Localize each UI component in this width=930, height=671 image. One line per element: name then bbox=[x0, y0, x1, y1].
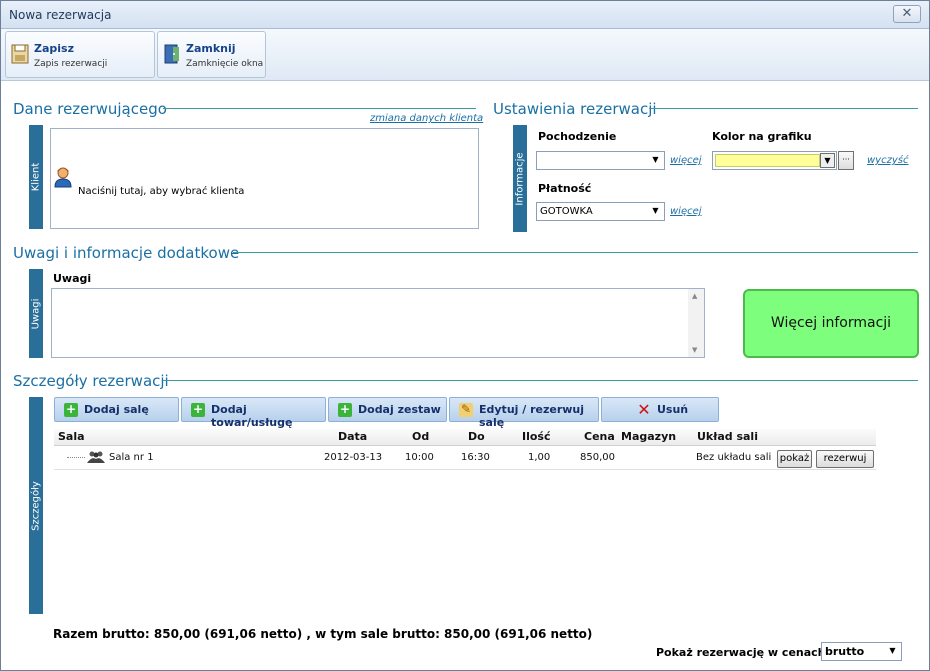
chevron-down-icon: ▼ bbox=[652, 206, 659, 215]
origin-label: Pochodzenie bbox=[538, 130, 617, 143]
total-summary: Razem brutto: 850,00 (691,06 netto) , w … bbox=[53, 627, 593, 641]
col-data: Data bbox=[338, 430, 368, 443]
cell-data: 2012-03-13 bbox=[324, 452, 383, 463]
settings-section-divider bbox=[649, 108, 918, 109]
show-layout-button[interactable]: pokaż bbox=[777, 450, 812, 468]
scroll-down-icon[interactable]: ▼ bbox=[692, 346, 697, 354]
notes-scrollbar[interactable]: ▲ ▼ bbox=[688, 289, 704, 357]
col-magazyn: Magazyn bbox=[621, 430, 677, 443]
notes-textarea[interactable]: ▲ ▼ bbox=[51, 288, 705, 358]
close-sublabel: Zamknięcie okna bbox=[186, 59, 264, 69]
price-mode-select[interactable]: brutto ▼ bbox=[821, 642, 902, 661]
payment-label: Płatność bbox=[538, 182, 592, 195]
col-ilosc: Ilość bbox=[522, 430, 551, 443]
details-tab-label: Szczegóły bbox=[30, 480, 42, 531]
close-button[interactable]: Zamknij Zamknięcie okna bbox=[157, 31, 266, 78]
tree-line bbox=[67, 457, 85, 458]
client-section-divider bbox=[163, 108, 476, 109]
scroll-up-icon[interactable]: ▲ bbox=[692, 292, 697, 300]
more-info-button[interactable]: Więcej informacji bbox=[743, 289, 919, 358]
close-window-button[interactable]: ✕ bbox=[893, 5, 921, 23]
cell-sala: Sala nr 1 bbox=[109, 452, 154, 463]
details-section-divider bbox=[163, 380, 918, 381]
client-prompt: Naciśnij tutaj, aby wybrać klienta bbox=[78, 186, 245, 197]
notes-label: Uwagi bbox=[53, 272, 92, 285]
delete-icon: ✕ bbox=[637, 400, 651, 419]
color-swatch bbox=[715, 154, 820, 167]
plus-icon: + bbox=[338, 402, 352, 417]
reservation-window: Nowa rezerwacja ✕ Zapisz Zapis rezerwacj… bbox=[0, 0, 930, 671]
delete-label: Usuń bbox=[657, 403, 689, 416]
edit-icon: ✎ bbox=[459, 402, 473, 417]
color-picker-button[interactable]: ··· bbox=[838, 151, 854, 170]
clear-color-link[interactable]: wyczyść bbox=[867, 155, 908, 166]
cell-uklad: Bez układu sali bbox=[696, 452, 772, 463]
reserve-button[interactable]: rezerwuj bbox=[816, 450, 874, 468]
price-mode-value: brutto bbox=[825, 645, 865, 658]
color-label: Kolor na grafiku bbox=[712, 130, 812, 143]
change-client-link[interactable]: zmiana danych klienta bbox=[370, 113, 483, 124]
save-label: Zapisz bbox=[34, 42, 74, 55]
client-tab: Klient bbox=[29, 125, 43, 229]
save-button[interactable]: Zapisz Zapis rezerwacji bbox=[5, 31, 155, 78]
notes-section-title: Uwagi i informacje dodatkowe bbox=[13, 244, 240, 262]
client-picker[interactable]: Naciśnij tutaj, aby wybrać klienta bbox=[50, 128, 479, 229]
add-item-label: Dodaj towar/usługę bbox=[211, 403, 293, 429]
close-label: Zamknij bbox=[186, 42, 236, 55]
payment-value: GOTOWKA bbox=[540, 206, 593, 217]
plus-icon: + bbox=[64, 402, 78, 417]
col-od: Od bbox=[412, 430, 430, 443]
plus-icon: + bbox=[191, 402, 205, 417]
chevron-down-icon: ▼ bbox=[889, 646, 896, 655]
door-exit-icon bbox=[164, 44, 179, 64]
notes-section-divider bbox=[233, 252, 918, 253]
info-tab-label: Informacje bbox=[514, 151, 526, 206]
chevron-down-icon: ▼ bbox=[820, 153, 835, 168]
title-bar: Nowa rezerwacja ✕ bbox=[1, 1, 929, 29]
save-sublabel: Zapis rezerwacji bbox=[34, 59, 108, 69]
origin-select[interactable]: ▼ bbox=[536, 151, 665, 170]
add-hall-button[interactable]: + Dodaj salę bbox=[54, 397, 179, 422]
col-do: Do bbox=[468, 430, 485, 443]
chevron-down-icon: ▼ bbox=[652, 155, 659, 164]
details-tab: Szczegóły bbox=[29, 397, 43, 614]
window-title: Nowa rezerwacja bbox=[9, 8, 112, 22]
edit-reserve-button[interactable]: ✎ Edytuj / rezerwuj salę bbox=[449, 397, 599, 429]
add-set-label: Dodaj zestaw bbox=[358, 403, 441, 416]
payment-more-link[interactable]: więcej bbox=[670, 206, 702, 217]
payment-select[interactable]: GOTOWKA ▼ bbox=[536, 202, 665, 221]
people-icon bbox=[87, 451, 105, 463]
add-set-button[interactable]: + Dodaj zestaw bbox=[328, 397, 447, 422]
add-item-button[interactable]: + Dodaj towar/usługę bbox=[181, 397, 326, 429]
toolbar: Zapisz Zapis rezerwacji Zamknij Zamknięc… bbox=[1, 29, 929, 81]
details-section-title: Szczegóły rezerwacji bbox=[13, 372, 169, 390]
cell-od: 10:00 bbox=[405, 452, 434, 463]
notes-tab-label: Uwagi bbox=[30, 298, 42, 329]
col-sala: Sala bbox=[58, 430, 85, 443]
cell-cena: 850,00 bbox=[580, 452, 615, 463]
col-uklad: Układ sali bbox=[697, 430, 758, 443]
edit-reserve-label: Edytuj / rezerwuj salę bbox=[479, 403, 585, 429]
info-tab: Informacje bbox=[513, 125, 527, 232]
add-hall-label: Dodaj salę bbox=[84, 403, 149, 416]
delete-button[interactable]: ✕ Usuń bbox=[601, 397, 719, 422]
col-cena: Cena bbox=[584, 430, 615, 443]
client-tab-label: Klient bbox=[30, 162, 42, 192]
notes-tab: Uwagi bbox=[29, 269, 43, 358]
cell-do: 16:30 bbox=[461, 452, 490, 463]
color-select[interactable]: ▼ bbox=[712, 151, 837, 170]
price-mode-label: Pokaż rezerwację w cenach bbox=[656, 646, 826, 659]
save-icon bbox=[11, 44, 29, 64]
client-section-title: Dane rezerwującego bbox=[13, 100, 167, 118]
user-icon bbox=[54, 167, 72, 188]
settings-section-title: Ustawienia rezerwacji bbox=[493, 100, 657, 118]
origin-more-link[interactable]: więcej bbox=[670, 155, 702, 166]
cell-ilosc: 1,00 bbox=[528, 452, 551, 463]
